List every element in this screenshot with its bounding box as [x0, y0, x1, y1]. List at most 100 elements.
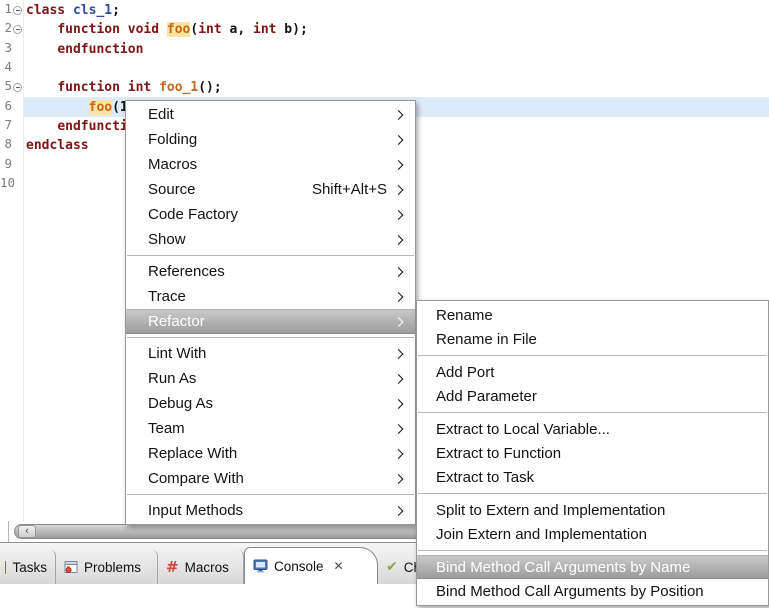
menu-separator [127, 494, 414, 495]
tasks-icon [5, 560, 7, 574]
code-line: endfunction [26, 40, 143, 59]
menu-item-show[interactable]: Show [126, 227, 415, 252]
line-number: 8 [4, 136, 12, 152]
menu-item-label: Code Factory [148, 206, 239, 223]
menu-item-compare-with[interactable]: Compare With [126, 466, 415, 491]
submenu-item-add-port[interactable]: Add Port [417, 360, 768, 384]
submenu-arrow-icon [393, 266, 404, 277]
code-token: (); [198, 80, 222, 96]
menu-item-label: Debug As [148, 395, 214, 412]
hash-icon: # [166, 558, 179, 576]
menu-item-folding[interactable]: Folding [126, 127, 415, 152]
menu-item-label: Add Port [436, 363, 495, 381]
menu-item-label: Team [148, 420, 185, 437]
menu-item-label: Macros [148, 156, 198, 173]
submenu-item-bind-method-call-arguments-by-position[interactable]: Bind Method Call Arguments by Position [417, 579, 768, 603]
line-number: 7 [4, 117, 12, 133]
code-line: class cls_1; [26, 1, 120, 20]
submenu-arrow-icon [393, 348, 404, 359]
menu-item-label: Trace [148, 288, 186, 305]
tab-macros[interactable]: # Macros [158, 550, 244, 584]
menu-item-debug-as[interactable]: Debug As [126, 391, 415, 416]
occurrence-highlight: foo [166, 22, 191, 38]
menu-item-run-as[interactable]: Run As [126, 366, 415, 391]
tab-problems[interactable]: Problems [56, 550, 158, 584]
menu-item-label: Add Parameter [436, 387, 537, 405]
menu-item-label: Extract to Function [436, 444, 562, 462]
menu-item-team[interactable]: Team [126, 416, 415, 441]
code-token: function void [57, 22, 167, 38]
editor-context-menu: Edit Folding Macros Source Shift+Alt+S Code F… [125, 100, 416, 525]
menu-item-references[interactable]: References [126, 259, 415, 284]
menu-item-macros[interactable]: Macros [126, 152, 415, 177]
line-number: 2 [4, 20, 12, 36]
menu-item-label: References [148, 263, 225, 280]
tab-label: Macros [184, 559, 229, 575]
submenu-item-split-to-extern-and-implementation[interactable]: Split to Extern and Implementation [417, 498, 768, 522]
menu-item-label: Extract to Task [436, 468, 535, 486]
line-number: 9 [4, 155, 12, 171]
menu-item-trace[interactable]: Trace [126, 284, 415, 309]
submenu-arrow-icon [393, 234, 404, 245]
fold-marker-icon[interactable] [13, 6, 22, 15]
line-number: 10 [0, 175, 16, 191]
submenu-arrow-icon [393, 209, 404, 220]
menu-item-label: Split to Extern and Implementation [436, 501, 666, 519]
submenu-item-rename-in-file[interactable]: Rename in File [417, 327, 768, 351]
menu-item-code-factory[interactable]: Code Factory [126, 202, 415, 227]
menu-item-label: Bind Method Call Arguments by Name [436, 558, 691, 576]
console-icon [253, 559, 268, 573]
tab-console[interactable]: Console ✕ [244, 547, 378, 584]
code-token: ; [112, 3, 120, 18]
submenu-item-extract-to-task[interactable]: Extract to Task [417, 465, 768, 489]
line-number: 5 [4, 78, 12, 94]
submenu-item-extract-to-local-variable[interactable]: Extract to Local Variable... [417, 417, 768, 441]
menu-item-label: Replace With [148, 445, 238, 462]
menu-item-replace-with[interactable]: Replace With [126, 441, 415, 466]
occurrence-highlight: foo [88, 99, 113, 115]
tab-label: Tasks [12, 559, 47, 575]
menu-item-label: Refactor [148, 313, 205, 330]
fold-marker-icon[interactable] [13, 25, 22, 35]
submenu-item-rename[interactable]: Rename [417, 303, 768, 327]
line-number: 4 [4, 59, 12, 75]
submenu-arrow-icon [393, 505, 404, 516]
menu-item-label: Compare With [148, 470, 244, 487]
submenu-item-bind-method-call-arguments-by-name[interactable]: Bind Method Call Arguments by Name [417, 555, 768, 579]
code-line: endclass [26, 136, 89, 155]
check-icon: ✔ [386, 559, 398, 575]
fold-marker-icon[interactable] [13, 83, 22, 93]
menu-item-refactor[interactable]: Refactor [126, 309, 415, 334]
menu-item-source[interactable]: Source Shift+Alt+S [126, 177, 415, 202]
refactor-submenu: Rename Rename in File Add Port Add Paramete… [416, 300, 769, 606]
menu-item-label: Show [148, 231, 186, 248]
code-token: foo_1 [159, 80, 199, 96]
submenu-arrow-icon [393, 373, 404, 384]
submenu-item-join-extern-and-implementation[interactable]: Join Extern and Implementation [417, 522, 768, 546]
menu-item-lint-with[interactable]: Lint With [126, 341, 415, 366]
code-line: function void foo(int a, int b); [26, 20, 308, 39]
close-icon[interactable]: ✕ [334, 559, 344, 573]
menu-item-label: Edit [148, 106, 174, 123]
code-token: endclass [26, 138, 89, 154]
tab-tasks[interactable]: Tasks [0, 550, 56, 584]
submenu-arrow-icon [393, 398, 404, 409]
menu-item-input-methods[interactable]: Input Methods [126, 498, 415, 523]
menu-item-label: Join Extern and Implementation [436, 525, 647, 543]
menu-item-label: Folding [148, 131, 198, 148]
menu-separator [418, 550, 767, 551]
menu-separator [127, 255, 414, 256]
submenu-item-add-parameter[interactable]: Add Parameter [417, 384, 768, 408]
menu-item-label: Bind Method Call Arguments by Position [436, 582, 704, 600]
scrollbar-left-arrow-icon[interactable]: ‹ [18, 525, 36, 538]
menu-separator [418, 355, 767, 356]
tab-label: Problems [84, 559, 142, 575]
menu-item-edit[interactable]: Edit [126, 102, 415, 127]
menu-item-label: Lint With [148, 345, 207, 362]
code-token: class [26, 3, 73, 18]
menu-item-label: Run As [148, 370, 197, 387]
submenu-item-extract-to-function[interactable]: Extract to Function [417, 441, 768, 465]
submenu-arrow-icon [393, 448, 404, 459]
